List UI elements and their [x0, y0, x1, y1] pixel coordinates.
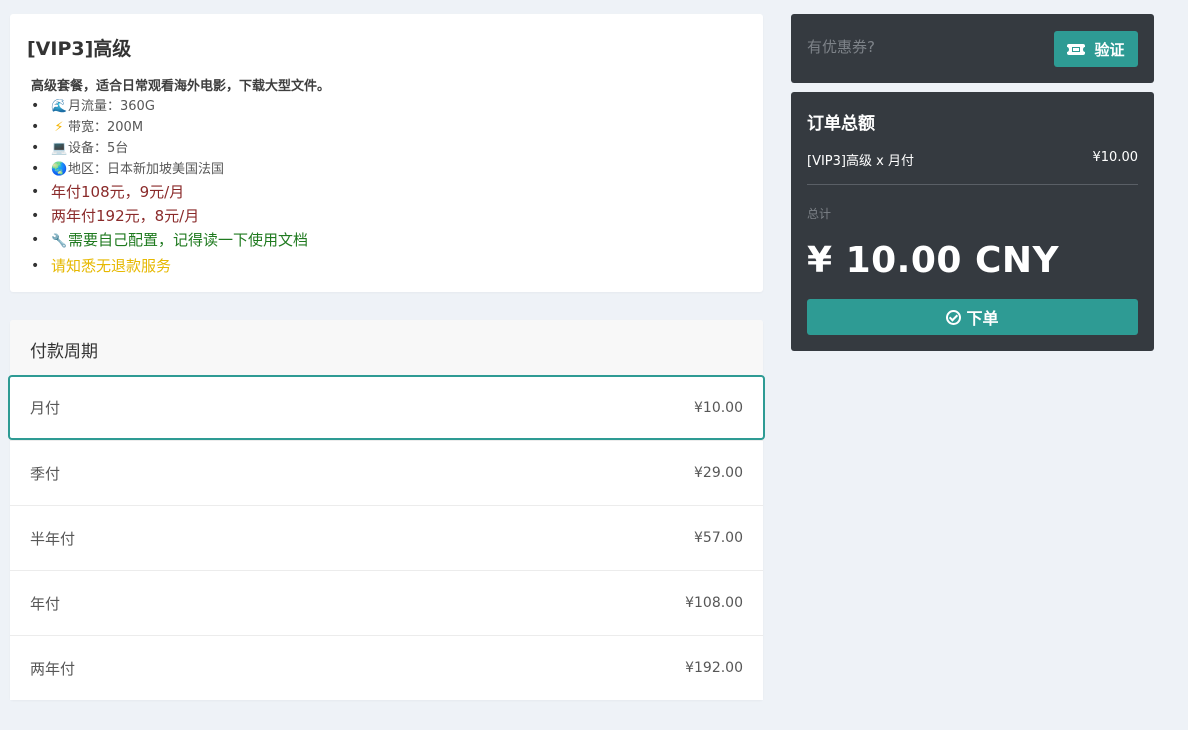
feature-region: 🌏地区：日本新加坡美国法国 — [31, 159, 743, 180]
plan-description: 高级套餐，适合日常观看海外电影，下载大型文件。 — [31, 79, 331, 94]
summary-total-amount: ¥ 10.00 CNY — [807, 240, 1060, 281]
summary-divider — [807, 184, 1138, 185]
globe-icon: 🌏 — [51, 162, 68, 177]
plan-card: [VIP3]高级 高级套餐，适合日常观看海外电影，下载大型文件。 🌊月流量：36… — [10, 14, 763, 292]
note-two-year: 两年付192元，8元/月 — [31, 204, 743, 228]
verify-button[interactable]: 验证 — [1054, 31, 1138, 67]
place-order-label: 下单 — [966, 309, 999, 328]
laptop-icon: 💻 — [51, 141, 68, 156]
plan-title: [VIP3]高级 — [27, 38, 132, 60]
wave-icon: 🌊 — [51, 99, 68, 114]
cycle-label: 月付 — [30, 399, 61, 417]
cycle-option-quarterly[interactable]: 季付 ¥29.00 — [10, 440, 763, 505]
feature-bandwidth: ⚡ 带宽：200M — [31, 117, 743, 138]
coupon-input[interactable] — [807, 38, 1027, 56]
billing-cycle-card: 付款周期 月付 ¥10.00 季付 ¥29.00 半年付 ¥57.00 年付 ¥… — [8, 320, 765, 700]
feature-devices-text: 设备：5台 — [68, 141, 129, 156]
summary-title: 订单总额 — [807, 114, 875, 134]
lightning-icon: ⚡ — [54, 120, 64, 135]
cycle-price: ¥192.00 — [685, 660, 743, 676]
order-summary-card: 订单总额 [VIP3]高级 x 月付 ¥10.00 总计 ¥ 10.00 CNY… — [791, 92, 1154, 351]
check-circle-icon — [946, 309, 962, 325]
summary-item-price: ¥10.00 — [1092, 150, 1139, 165]
coupon-card: 验证 — [791, 14, 1154, 83]
cycle-price: ¥10.00 — [694, 399, 743, 416]
ticket-icon — [1065, 43, 1088, 55]
cycle-option-two-year[interactable]: 两年付 ¥192.00 — [10, 635, 763, 700]
verify-button-label: 验证 — [1094, 40, 1125, 59]
cycle-price: ¥108.00 — [685, 595, 743, 611]
plan-feature-list: 🌊月流量：360G ⚡带宽：200M 💻设备：5台 🌏地区：日本新加坡美国法国 … — [27, 96, 743, 278]
cycle-price: ¥29.00 — [694, 465, 743, 481]
feature-region-text: 地区：日本新加坡美国法国 — [68, 162, 225, 177]
note-config-text: 需要自己配置，记得读一下使用文档 — [68, 231, 309, 249]
cycle-option-monthly[interactable]: 月付 ¥10.00 — [8, 375, 765, 440]
cycle-option-half-year[interactable]: 半年付 ¥57.00 — [10, 505, 763, 570]
cycle-label: 半年付 — [30, 529, 76, 548]
place-order-button[interactable]: 下单 — [807, 299, 1138, 335]
cycle-label: 季付 — [30, 464, 61, 483]
summary-item-label: [VIP3]高级 x 月付 — [807, 154, 914, 169]
feature-traffic-text: 月流量：360G — [68, 99, 155, 114]
wrench-icon: 🔧 — [51, 234, 68, 249]
note-yearly: 年付108元，9元/月 — [31, 180, 743, 204]
feature-traffic: 🌊月流量：360G — [31, 96, 743, 117]
cycle-label: 两年付 — [30, 659, 76, 678]
summary-total-label: 总计 — [807, 207, 832, 221]
note-no-refund: 请知悉无退款服务 — [31, 254, 743, 278]
note-config: 🔧需要自己配置，记得读一下使用文档 — [31, 228, 743, 254]
cycle-price: ¥57.00 — [694, 530, 743, 546]
feature-bandwidth-text: 带宽：200M — [68, 120, 144, 135]
billing-cycle-header: 付款周期 — [10, 320, 763, 375]
cycle-label: 年付 — [30, 594, 61, 613]
feature-devices: 💻设备：5台 — [31, 138, 743, 159]
cycle-option-yearly[interactable]: 年付 ¥108.00 — [10, 570, 763, 635]
